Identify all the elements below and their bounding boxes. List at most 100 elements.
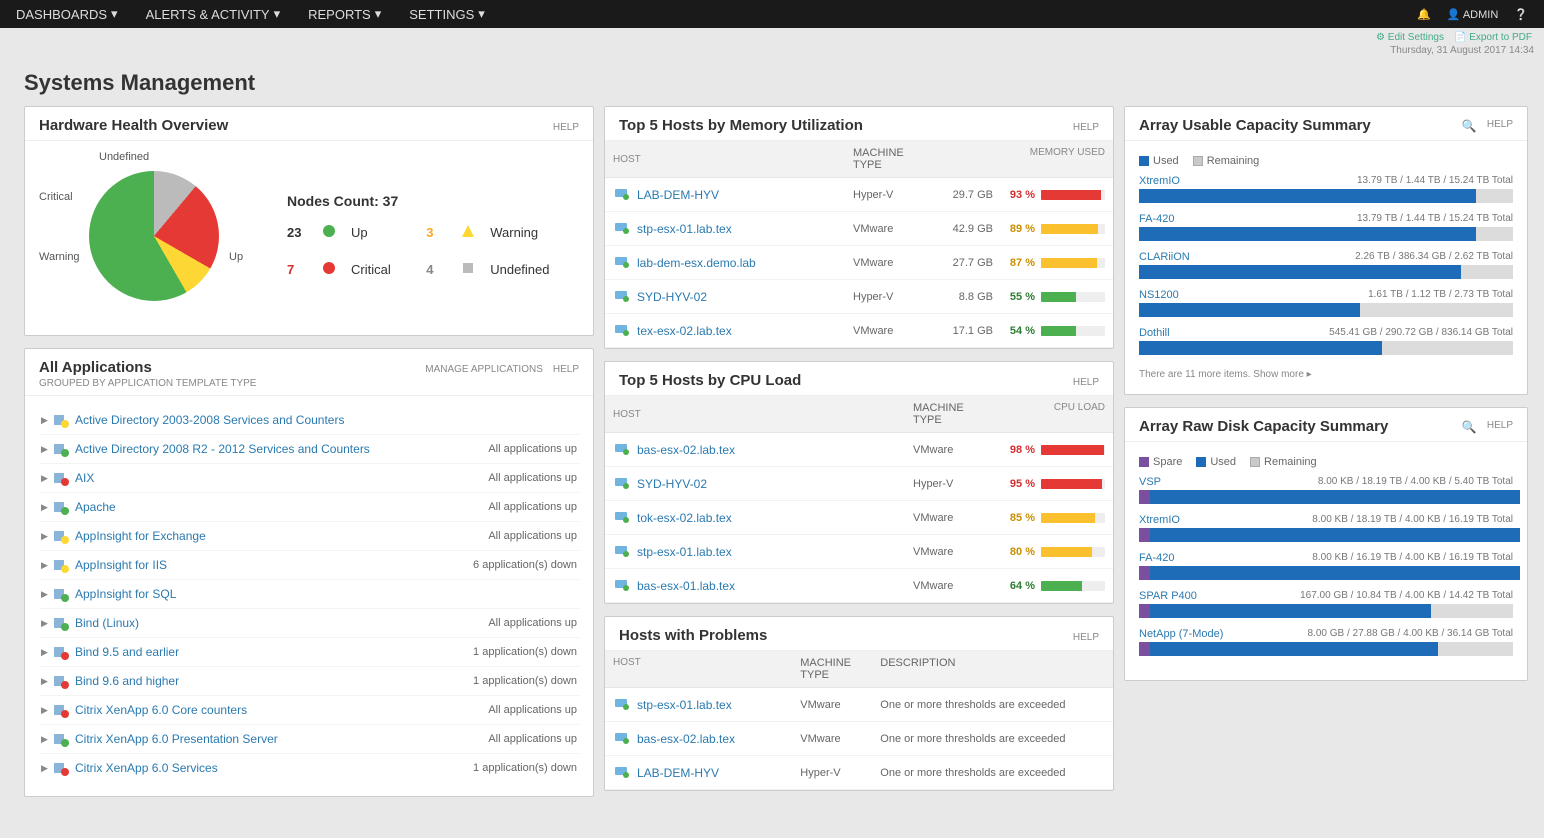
search-icon[interactable]: 🔍 — [1462, 420, 1477, 434]
host-link[interactable]: bas-esx-01.lab.tex — [637, 579, 735, 593]
array-link[interactable]: XtremIO — [1139, 175, 1180, 187]
expand-icon[interactable]: ▶ — [41, 734, 53, 745]
expand-icon[interactable]: ▶ — [41, 502, 53, 513]
mem-help-link[interactable]: HELP — [1073, 122, 1099, 133]
app-status-icon — [53, 557, 75, 573]
apps-help-link[interactable]: HELP — [553, 364, 579, 375]
app-status-text: All applications up — [488, 472, 577, 484]
app-link[interactable]: Apache — [75, 500, 488, 514]
help-icon[interactable]: ❔ — [1514, 8, 1528, 21]
app-link[interactable]: Bind 9.5 and earlier — [75, 645, 473, 659]
hw-help-link[interactable]: HELP — [553, 122, 579, 133]
app-link[interactable]: Active Directory 2008 R2 - 2012 Services… — [75, 442, 488, 456]
app-link[interactable]: Citrix XenApp 6.0 Presentation Server — [75, 732, 488, 746]
nav-dashboards[interactable]: DASHBOARDS ▾ — [16, 6, 118, 22]
array-link[interactable]: VSP — [1139, 476, 1161, 488]
cpu-help-link[interactable]: HELP — [1073, 377, 1099, 388]
bell-icon[interactable]: 🔔 — [1417, 8, 1431, 21]
app-link[interactable]: Bind (Linux) — [75, 616, 488, 630]
mem-pct: 54 % — [993, 325, 1035, 337]
app-link[interactable]: Bind 9.6 and higher — [75, 674, 473, 688]
manage-applications-link[interactable]: MANAGE APPLICATIONS — [425, 364, 543, 375]
expand-icon[interactable]: ▶ — [41, 415, 53, 426]
host-link[interactable]: lab-dem-esx.demo.lab — [637, 256, 756, 270]
machine-type: VMware — [853, 223, 933, 235]
mem-used: 8.8 GB — [933, 291, 993, 303]
expand-icon[interactable]: ▶ — [41, 589, 53, 600]
expand-icon[interactable]: ▶ — [41, 560, 53, 571]
array-link[interactable]: NS1200 — [1139, 289, 1179, 301]
host-link[interactable]: stp-esx-01.lab.tex — [637, 698, 732, 712]
expand-icon[interactable]: ▶ — [41, 531, 53, 542]
problem-row: stp-esx-01.lab.tex VMware One or more th… — [605, 688, 1113, 722]
expand-icon[interactable]: ▶ — [41, 676, 53, 687]
expand-icon[interactable]: ▶ — [41, 763, 53, 774]
host-icon — [613, 287, 637, 306]
prob-title: Hosts with Problems — [619, 627, 767, 644]
app-row: ▶ Citrix XenApp 6.0 Core counters All ap… — [39, 695, 579, 724]
host-link[interactable]: tok-esx-02.lab.tex — [637, 511, 732, 525]
usable-help-link[interactable]: HELP — [1487, 119, 1513, 133]
prob-help-link[interactable]: HELP — [1073, 632, 1099, 643]
mem-bar — [1035, 258, 1105, 268]
host-link[interactable]: bas-esx-02.lab.tex — [637, 443, 735, 457]
user-icon[interactable]: 👤 ADMIN — [1447, 8, 1499, 21]
expand-icon[interactable]: ▶ — [41, 473, 53, 484]
app-link[interactable]: AppInsight for Exchange — [75, 529, 488, 543]
host-icon — [613, 729, 637, 748]
up-count: 23 — [287, 225, 315, 240]
expand-icon[interactable]: ▶ — [41, 647, 53, 658]
app-row: ▶ Active Directory 2008 R2 - 2012 Servic… — [39, 434, 579, 463]
expand-icon[interactable]: ▶ — [41, 618, 53, 629]
host-link[interactable]: SYD-HYV-02 — [637, 290, 707, 304]
col-type: MACHINE TYPE — [853, 147, 933, 171]
array-link[interactable]: FA-420 — [1139, 213, 1174, 225]
up-label: Up — [351, 225, 420, 240]
search-icon[interactable]: 🔍 — [1462, 119, 1477, 133]
capacity-bar — [1139, 341, 1513, 355]
array-link[interactable]: XtremIO — [1139, 514, 1180, 526]
app-link[interactable]: Citrix XenApp 6.0 Core counters — [75, 703, 488, 717]
host-icon — [613, 440, 637, 459]
app-link[interactable]: AppInsight for SQL — [75, 587, 577, 601]
host-link[interactable]: stp-esx-01.lab.tex — [637, 222, 732, 236]
mem-title: Top 5 Hosts by Memory Utilization — [619, 117, 863, 134]
capacity-bar — [1139, 528, 1513, 542]
app-link[interactable]: AIX — [75, 471, 488, 485]
app-status-icon — [53, 470, 75, 486]
app-link[interactable]: AppInsight for IIS — [75, 558, 473, 572]
export-pdf-link[interactable]: 📄 Export to PDF — [1454, 32, 1532, 43]
host-link[interactable]: LAB-DEM-HYV — [637, 766, 719, 780]
array-link[interactable]: SPAR P400 — [1139, 590, 1197, 602]
array-link[interactable]: FA-420 — [1139, 552, 1174, 564]
nav-settings[interactable]: SETTINGS ▾ — [409, 6, 485, 22]
usable-footer[interactable]: There are 11 more items. Show more ▸ — [1139, 365, 1513, 380]
app-link[interactable]: Active Directory 2003-2008 Services and … — [75, 413, 577, 427]
capacity-numbers: 8.00 KB / 18.19 TB / 4.00 KB / 16.19 TB … — [1312, 514, 1513, 526]
app-row: ▶ AppInsight for Exchange All applicatio… — [39, 521, 579, 550]
array-link[interactable]: Dothill — [1139, 327, 1170, 339]
array-link[interactable]: CLARiiON — [1139, 251, 1190, 263]
host-link[interactable]: SYD-HYV-02 — [637, 477, 707, 491]
app-link[interactable]: Citrix XenApp 6.0 Services — [75, 761, 473, 775]
edit-settings-link[interactable]: ⚙ Edit Settings — [1376, 32, 1444, 43]
nav-alerts[interactable]: ALERTS & ACTIVITY ▾ — [146, 6, 281, 22]
host-link[interactable]: bas-esx-02.lab.tex — [637, 732, 735, 746]
host-link[interactable]: LAB-DEM-HYV — [637, 188, 719, 202]
cpu-pct: 95 % — [993, 478, 1035, 490]
host-link[interactable]: stp-esx-01.lab.tex — [637, 545, 732, 559]
chevron-down-icon: ▾ — [274, 6, 281, 22]
expand-icon[interactable]: ▶ — [41, 444, 53, 455]
array-link[interactable]: NetApp (7-Mode) — [1139, 628, 1223, 640]
capacity-row: NetApp (7-Mode)8.00 GB / 27.88 GB / 4.00… — [1139, 628, 1513, 656]
pie-label-critical: Critical — [39, 191, 73, 203]
nav-reports[interactable]: REPORTS ▾ — [308, 6, 381, 22]
capacity-numbers: 1.61 TB / 1.12 TB / 2.73 TB Total — [1368, 289, 1513, 301]
cpu-pct: 64 % — [993, 580, 1035, 592]
raw-help-link[interactable]: HELP — [1487, 420, 1513, 434]
capacity-bar — [1139, 265, 1513, 279]
capacity-row: Dothill545.41 GB / 290.72 GB / 836.14 GB… — [1139, 327, 1513, 355]
expand-icon[interactable]: ▶ — [41, 705, 53, 716]
host-link[interactable]: tex-esx-02.lab.tex — [637, 324, 732, 338]
mem-used: 17.1 GB — [933, 325, 993, 337]
